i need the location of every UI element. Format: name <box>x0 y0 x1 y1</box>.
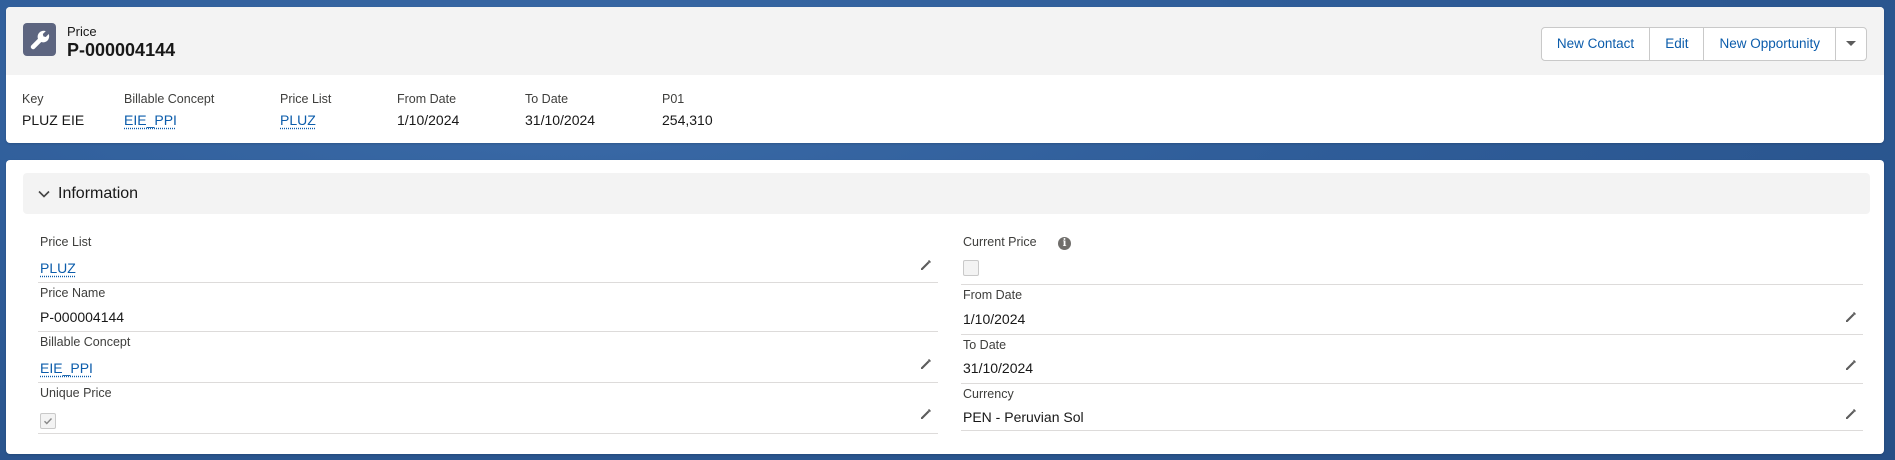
field-value: PEN - Peruvian Sol <box>963 409 1084 425</box>
field-from-date: From Date 1/10/2024 <box>961 288 1863 335</box>
billable-concept-link[interactable]: EIE_PPI <box>124 109 280 131</box>
field-label: Unique Price <box>40 386 112 400</box>
field-label: Price List <box>40 235 92 249</box>
object-type-label: Price <box>67 24 97 39</box>
field-label: Billable Concept <box>40 335 131 349</box>
field-label: Price Name <box>40 286 106 300</box>
new-contact-button[interactable]: New Contact <box>1541 28 1651 60</box>
pencil-icon[interactable] <box>919 357 933 371</box>
pencil-icon[interactable] <box>919 407 933 421</box>
highlight-value: PLUZ EIE <box>22 112 85 128</box>
highlight-label: Key <box>22 92 44 106</box>
field-current-price: Current Price i <box>961 235 1863 285</box>
field-value: P-000004144 <box>40 309 125 325</box>
highlight-value: 254,310 <box>662 112 713 128</box>
field-billable-concept: Billable Concept EIE_PPI <box>38 335 938 383</box>
field-unique-price: Unique Price <box>38 386 938 434</box>
chevron-down-icon <box>38 190 50 198</box>
highlight-billable-concept: Billable Concept EIE_PPI <box>124 91 280 131</box>
field-label: Currency <box>963 387 1014 401</box>
section-title: Information <box>58 184 139 202</box>
field-currency: Currency PEN - Peruvian Sol <box>961 387 1863 431</box>
field-price-list: Price List PLUZ <box>38 235 938 283</box>
checkmark-icon <box>44 418 53 425</box>
record-header-top: Price P-000004144 New Contact Edit New O… <box>6 7 1884 75</box>
highlight-label: From Date <box>397 92 457 106</box>
highlight-label: Billable Concept <box>124 92 215 106</box>
price-list-link[interactable]: PLUZ <box>280 109 397 131</box>
highlight-value: 1/10/2024 <box>397 112 460 128</box>
highlight-p01: P01 254,310 <box>662 91 762 131</box>
record-title: P-000004144 <box>67 40 176 60</box>
field-label: To Date <box>963 338 1007 352</box>
new-opportunity-button[interactable]: New Opportunity <box>1704 28 1836 60</box>
highlight-value: 31/10/2024 <box>525 112 596 128</box>
information-section-toggle[interactable]: Information <box>23 173 1870 214</box>
price-list-field-link[interactable]: PLUZ <box>40 260 76 276</box>
highlight-label: P01 <box>662 92 685 106</box>
highlight-to-date: To Date 31/10/2024 <box>525 91 662 131</box>
wrench-icon <box>23 23 56 56</box>
record-detail-card: Information Price List PLUZ Price Name P… <box>6 160 1884 454</box>
highlight-price-list: Price List PLUZ <box>280 91 397 131</box>
field-label: Current Price <box>963 235 1037 249</box>
record-header: Price P-000004144 New Contact Edit New O… <box>6 7 1884 143</box>
action-button-group: New Contact Edit New Opportunity <box>1540 27 1867 61</box>
pencil-icon[interactable] <box>1844 358 1858 372</box>
pencil-icon[interactable] <box>1844 310 1858 324</box>
field-value: 1/10/2024 <box>963 311 1026 327</box>
unique-price-checkbox <box>40 413 56 429</box>
highlight-label: Price List <box>280 92 332 106</box>
field-price-name: Price Name P-000004144 <box>38 286 938 332</box>
pencil-icon[interactable] <box>919 258 933 272</box>
edit-button[interactable]: Edit <box>1650 28 1705 60</box>
billable-concept-field-link[interactable]: EIE_PPI <box>40 360 93 376</box>
more-actions-button[interactable] <box>1836 28 1866 60</box>
pencil-icon[interactable] <box>1844 407 1858 421</box>
current-price-checkbox <box>963 260 979 276</box>
chevron-down-icon <box>1846 41 1856 46</box>
highlight-label: To Date <box>525 92 569 106</box>
field-value: 31/10/2024 <box>963 360 1034 376</box>
highlights-panel: Key PLUZ EIE Billable Concept EIE_PPI Pr… <box>22 91 762 131</box>
field-label: From Date <box>963 288 1023 302</box>
field-to-date: To Date 31/10/2024 <box>961 338 1863 384</box>
highlight-from-date: From Date 1/10/2024 <box>397 91 525 131</box>
info-icon[interactable]: i <box>1058 237 1071 250</box>
highlight-key: Key PLUZ EIE <box>22 91 124 131</box>
